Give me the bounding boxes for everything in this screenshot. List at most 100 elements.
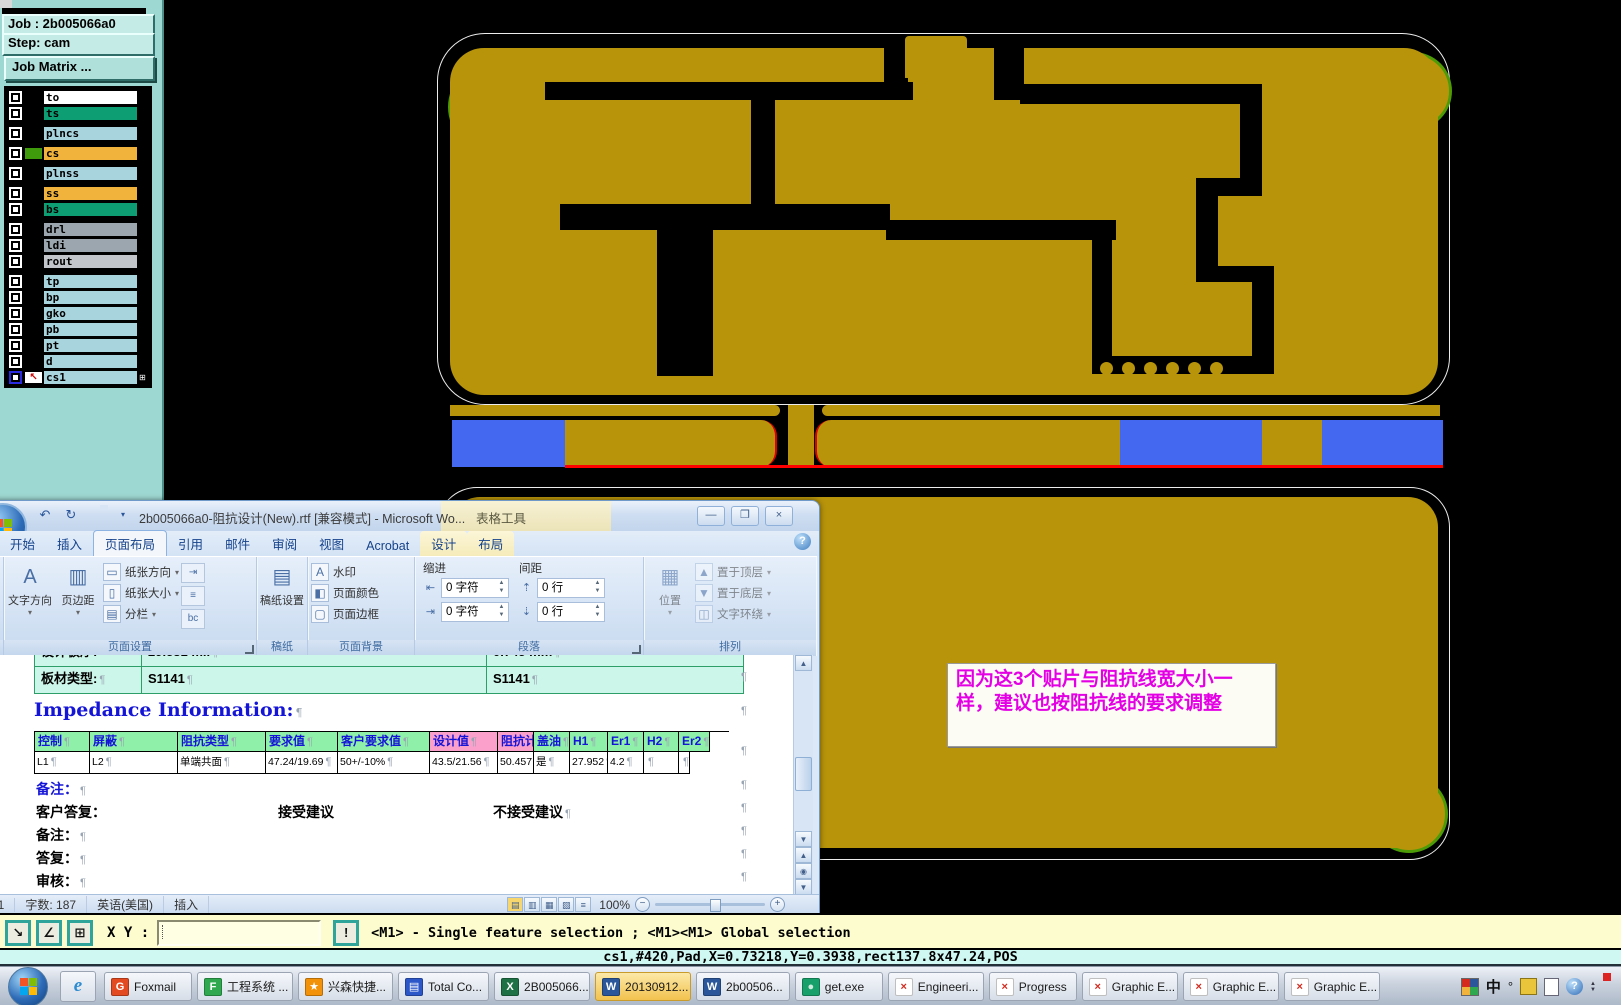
page-setup-small-button[interactable]: ▯ 纸张大小 ▾: [103, 584, 179, 602]
layer-visibility-checkbox[interactable]: [9, 355, 22, 368]
spacing-after-input[interactable]: 0 行 ▲ ▼: [537, 602, 605, 622]
page-indicator[interactable]: : 1/1: [0, 897, 16, 912]
zoom-out-icon[interactable]: −: [635, 897, 650, 912]
layer-row[interactable]: plnss: [7, 166, 149, 181]
taskbar-button[interactable]: ★ 兴森快捷...: [298, 972, 394, 1001]
layer-name[interactable]: pb: [44, 323, 137, 336]
insert-mode-indicator[interactable]: 插入: [164, 896, 210, 913]
layer-visibility-checkbox[interactable]: [9, 255, 22, 268]
layer-visibility-checkbox[interactable]: [9, 223, 22, 236]
layer-color-chip[interactable]: [25, 276, 42, 287]
web-layout-view-icon[interactable]: ▦: [541, 897, 558, 912]
ime-menu-icon[interactable]: [1544, 977, 1560, 996]
page-setup-small-button[interactable]: ▭ 纸张方向 ▾: [103, 563, 179, 581]
paper-setup-button[interactable]: ▤ 稿纸设置: [260, 560, 304, 608]
layer-color-chip[interactable]: [25, 188, 42, 199]
layer-name[interactable]: cs1: [44, 371, 137, 384]
layer-visibility-checkbox[interactable]: [9, 239, 22, 252]
layer-name[interactable]: drl: [44, 223, 137, 236]
layer-visibility-checkbox[interactable]: [9, 307, 22, 320]
zoom-in-icon[interactable]: +: [770, 897, 785, 912]
outline-view-icon[interactable]: ▧: [558, 897, 575, 912]
layer-name[interactable]: plnss: [44, 167, 137, 180]
layer-color-chip[interactable]: [25, 240, 42, 251]
layer-color-chip[interactable]: [25, 340, 42, 351]
layer-name[interactable]: cs: [44, 147, 137, 160]
layer-name[interactable]: pt: [44, 339, 137, 352]
layer-row[interactable]: ss: [7, 186, 149, 201]
page-setup-small-button[interactable]: ▤ 分栏 ▾: [103, 605, 179, 623]
layer-color-chip[interactable]: [25, 204, 42, 215]
ime-icon[interactable]: [1460, 977, 1479, 996]
margins-button[interactable]: ▥ 页边距 ▾: [55, 560, 101, 617]
taskbar-button[interactable]: × Graphic E...: [1283, 972, 1380, 1001]
ime-language-indicator[interactable]: 中: [1486, 976, 1501, 997]
layer-visibility-checkbox[interactable]: [9, 291, 22, 304]
layer-name[interactable]: ldi: [44, 239, 137, 252]
language-indicator[interactable]: 英语(美国): [87, 896, 165, 913]
undo-icon[interactable]: ↶: [35, 505, 55, 525]
taskbar-button[interactable]: ● get.exe: [794, 972, 883, 1001]
layer-visibility-checkbox[interactable]: [9, 167, 22, 180]
layer-row[interactable]: to: [7, 90, 149, 105]
taskbar-button[interactable]: W 20130912...: [595, 972, 692, 1001]
job-matrix-button[interactable]: Job Matrix ...: [4, 56, 155, 81]
layer-visibility-checkbox[interactable]: [9, 91, 22, 104]
layer-visibility-checkbox[interactable]: [9, 187, 22, 200]
taskbar-button[interactable]: × Engineeri...: [887, 972, 984, 1001]
save-icon[interactable]: [87, 505, 107, 525]
layer-color-chip[interactable]: [25, 256, 42, 267]
layer-name[interactable]: ts: [44, 107, 137, 120]
layer-color-chip[interactable]: [25, 148, 42, 159]
taskbar-button[interactable]: F 工程系统 ...: [197, 972, 293, 1001]
layer-name[interactable]: gko: [44, 307, 137, 320]
measure-mode-icon[interactable]: ∠: [36, 919, 62, 946]
layer-row[interactable]: tp: [7, 274, 149, 289]
ribbon-tab[interactable]: 引用: [167, 531, 214, 556]
taskbar-button[interactable]: × Graphic E...: [1081, 972, 1178, 1001]
layer-visibility-checkbox[interactable]: [9, 371, 22, 384]
redo-icon[interactable]: ↻: [61, 505, 81, 525]
layer-row[interactable]: pb: [7, 322, 149, 337]
fullscreen-view-icon[interactable]: ▥: [524, 897, 541, 912]
taskbar-button[interactable]: X 2B005066...: [494, 972, 591, 1001]
layer-row[interactable]: d: [7, 354, 149, 369]
previous-page-icon[interactable]: ▲: [795, 847, 812, 863]
taskbar-button[interactable]: × Progress: [988, 972, 1077, 1001]
layer-visibility-checkbox[interactable]: [9, 323, 22, 336]
layer-name[interactable]: d: [44, 355, 137, 368]
indent-right-input[interactable]: 0 字符 ▲ ▼: [441, 602, 509, 622]
layer-visibility-checkbox[interactable]: [9, 147, 22, 160]
dialog-launcher-icon[interactable]: [245, 645, 254, 654]
scroll-up-icon[interactable]: ▲: [795, 655, 812, 671]
arrange-button[interactable]: ▲ 置于顶层 ▾: [695, 563, 771, 581]
print-layout-view-icon[interactable]: ▤: [507, 897, 524, 912]
layer-name[interactable]: plncs: [44, 127, 137, 140]
layer-name[interactable]: ss: [44, 187, 137, 200]
layer-name[interactable]: bs: [44, 203, 137, 216]
layer-visibility-checkbox[interactable]: [9, 127, 22, 140]
taskbar-button[interactable]: ▤ Total Co...: [398, 972, 490, 1001]
dialog-launcher-icon[interactable]: [632, 645, 641, 654]
position-button[interactable]: ▦ 位置 ▾: [647, 560, 693, 617]
layer-name[interactable]: bp: [44, 291, 137, 304]
tray-expand-icon[interactable]: ▲ ▼: [1590, 981, 1596, 993]
tray-help-icon[interactable]: ?: [1566, 978, 1584, 995]
layer-row[interactable]: gko: [7, 306, 149, 321]
ribbon-tab[interactable]: 插入: [46, 531, 93, 556]
select-browse-object-icon[interactable]: ◉: [795, 863, 812, 879]
layer-color-chip[interactable]: [25, 168, 42, 179]
next-page-icon[interactable]: ▼: [795, 879, 812, 895]
text-direction-button[interactable]: A 文字方向 ▾: [7, 560, 53, 617]
layer-visibility-checkbox[interactable]: [9, 107, 22, 120]
page-setup-tiny-button[interactable]: ⇥: [181, 563, 206, 583]
arrange-button[interactable]: ▼ 置于底层 ▾: [695, 584, 771, 602]
page-background-button[interactable]: ▢ 页面边框: [311, 605, 379, 623]
ribbon-tab[interactable]: Acrobat: [355, 536, 420, 556]
zoom-level[interactable]: 100%: [599, 898, 630, 912]
taskbar-button[interactable]: W 2b00506...: [696, 972, 790, 1001]
ime-punctuation-indicator[interactable]: °: [1508, 979, 1513, 994]
internet-explorer-icon[interactable]: e: [60, 971, 96, 1002]
layer-row[interactable]: ↖ cs1 ⊞: [7, 370, 149, 385]
minimize-button[interactable]: —: [697, 506, 725, 526]
